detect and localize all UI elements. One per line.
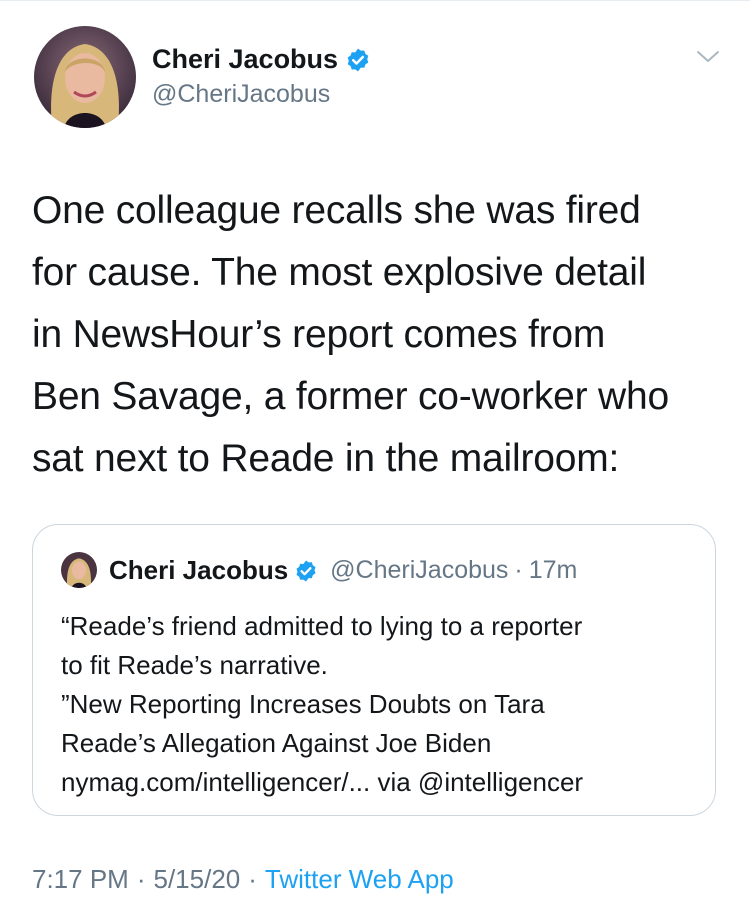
- quoted-author-name: Cheri Jacobus: [109, 555, 289, 585]
- separator-dot: ·: [514, 556, 523, 584]
- avatar-photo-icon: [61, 552, 97, 588]
- tweet-meta: 7:17 PM · 5/15/20 · Twitter Web App: [32, 864, 454, 895]
- separator-dot: ·: [248, 864, 257, 894]
- tweet-text-line: sat next to Reade in the mailroom:: [32, 437, 620, 480]
- quoted-tweet-header: Cheri Jacobus @CheriJacobus · 17m: [109, 555, 577, 586]
- source-app-link[interactable]: Twitter Web App: [265, 864, 454, 894]
- tweet-text: One colleague recalls she was fired for …: [32, 180, 732, 490]
- tweet-text-line: in NewsHour’s report comes from: [32, 313, 606, 356]
- quoted-text-line: to fit Reade’s narrative.: [61, 650, 328, 680]
- avatar-photo-icon: [34, 26, 136, 128]
- quoted-text-line: Reade’s Allegation Against Joe Biden: [61, 728, 492, 758]
- quoted-text-line: “Reade’s friend admitted to lying to a r…: [61, 611, 583, 641]
- author-display-name[interactable]: Cheri Jacobus: [152, 44, 338, 75]
- verified-badge-icon: [296, 560, 316, 581]
- author-handle[interactable]: @CheriJacobus: [152, 80, 330, 109]
- quoted-author-avatar: [61, 552, 97, 588]
- author-name-row: Cheri Jacobus: [152, 44, 371, 75]
- separator-dot: ·: [136, 864, 146, 894]
- quoted-tweet-text: “Reade’s friend admitted to lying to a r…: [61, 607, 701, 802]
- top-divider: [0, 0, 750, 1]
- quoted-text-line: nymag.com/intelligencer/... via @intelli…: [61, 767, 584, 797]
- tweet-date[interactable]: 5/15/20: [154, 864, 241, 894]
- quoted-tweet-time: 17m: [528, 556, 578, 584]
- quoted-tweet-card[interactable]: Cheri Jacobus @CheriJacobus · 17m “Reade…: [32, 524, 716, 816]
- verified-badge-icon: [347, 48, 369, 71]
- quoted-text-line: ”New Reporting Increases Doubts on Tara: [61, 689, 545, 719]
- chevron-down-icon[interactable]: [696, 49, 720, 65]
- tweet-text-line: One colleague recalls she was fired: [32, 189, 641, 232]
- tweet-text-line: for cause. The most explosive detail: [32, 251, 647, 294]
- tweet-time[interactable]: 7:17 PM: [32, 864, 129, 894]
- author-avatar[interactable]: [34, 26, 136, 128]
- quoted-author-handle: @CheriJacobus: [330, 556, 509, 584]
- tweet-text-line: Ben Savage, a former co-worker who: [32, 375, 669, 418]
